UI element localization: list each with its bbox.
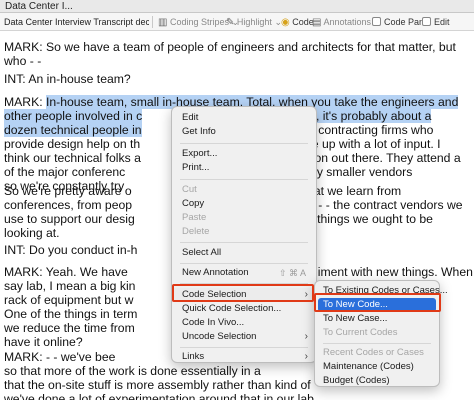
shortcut-label: ⇧ ⌘ A [278,268,306,278]
menu-divider [180,283,308,284]
menu-item-copy[interactable]: Copy [172,197,316,211]
edit-label: Edit [434,17,450,27]
code-panel-checkbox[interactable] [372,17,381,26]
menu-item-edit[interactable]: Edit [172,111,316,125]
text-line: who - - [4,54,42,68]
menu-divider [180,143,308,144]
text-line: INT: An in-house team? [4,72,131,86]
toolbar: Data Center Interview Transcript dec4_2.… [0,13,474,31]
menu-item-select-all[interactable]: Select All [172,246,316,260]
code-button[interactable]: ◉ Code [281,13,314,31]
menu-divider [180,242,308,243]
annotation-icon: ▤ [312,17,322,28]
menu-item-links[interactable]: Links › [172,350,316,364]
highlighter-icon: ✎ [226,17,235,28]
menu-divider [323,343,431,344]
selected-text: dozen technical people in [4,123,142,137]
submenu-item-new-code[interactable]: To New Code... [318,298,436,312]
lightbulb-icon: ◉ [281,17,290,28]
edit-toggle[interactable]: Edit [422,13,450,31]
annotations-label: Annotations [323,17,372,27]
menu-item-paste: Paste [182,212,207,223]
menu-item-uncode-selection[interactable]: Uncode Selection › [172,330,316,344]
submenu-item-budget[interactable]: Budget (Codes) [318,374,436,388]
highlight-label: Highlight [236,17,272,27]
menu-item-get-info[interactable]: Get Info [172,125,316,139]
submenu-header-recent: Recent Codes or Cases [323,347,424,358]
edit-checkbox[interactable] [422,17,431,26]
title-bar: Data Center I... [0,0,474,13]
menu-item-new-annotation[interactable]: New Annotation ⇧ ⌘ A [172,266,316,280]
chevron-right-icon: › [304,351,308,362]
paragraph-mark-1: MARK: So we have a team of people of eng… [4,40,466,68]
submenu-item-current-codes: To Current Codes [323,327,398,338]
code-selection-submenu: To Existing Codes or Cases... To New Cod… [314,280,448,388]
menu-item-cut: Cut [182,184,197,195]
text-line: we've done a lot of experimentation arou… [4,392,314,400]
submenu-item-existing-codes[interactable]: To Existing Codes or Cases... [318,284,448,298]
annotations-button[interactable]: ▤ Annotations [312,13,371,31]
chevron-right-icon: › [304,289,308,300]
menu-divider [180,347,308,348]
highlight-button[interactable]: ✎ Highlight ⌄ [226,13,282,31]
menu-item-code-selection[interactable]: Code Selection › [172,288,316,302]
menu-divider [180,263,308,264]
submenu-item-new-case[interactable]: To New Case... [318,312,436,326]
context-menu: Edit Get Info Export... Print... Cut Cop… [171,106,317,363]
chevron-right-icon: › [304,331,308,342]
stripes-icon: ▥ [158,17,168,28]
paragraph-int-1: INT: An in-house team? [4,72,466,86]
menu-item-export[interactable]: Export... [172,147,316,161]
menu-item-code-in-vivo[interactable]: Code In Vivo... [172,316,316,330]
menu-item-print[interactable]: Print... [172,161,316,175]
coding-stripes-label: Coding Stripes [169,17,230,27]
text-line: MARK: So we have a team of people of eng… [4,40,456,54]
code-label: Code [292,17,314,27]
menu-item-quick-code-selection[interactable]: Quick Code Selection... [172,302,316,316]
toolbar-divider [152,16,153,28]
window-title: Data Center I... [5,1,73,12]
selected-text: other people involved in c [4,109,143,123]
menu-item-delete: Delete [182,226,210,237]
document-name[interactable]: Data Center Interview Transcript dec4_2.… [4,13,149,31]
menu-divider [180,179,308,180]
submenu-item-maintenance[interactable]: Maintenance (Codes) [318,360,436,374]
